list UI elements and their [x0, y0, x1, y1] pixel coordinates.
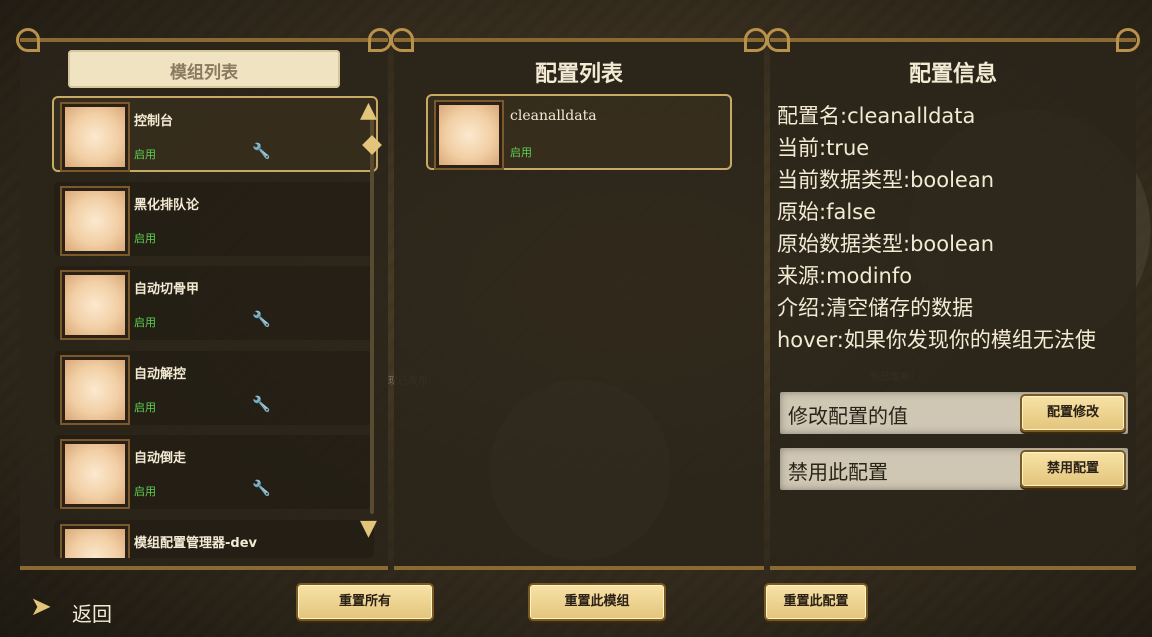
scroll-down-arrow-icon[interactable]: ▼: [360, 516, 377, 541]
mod-name: 自动解控: [134, 367, 187, 382]
info-original-value: 原始:false: [777, 200, 877, 224]
config-item-cleanalldata[interactable]: cleanalldata 启用: [426, 94, 732, 170]
wrench-icon[interactable]: 🔧: [252, 479, 271, 497]
info-source: 来源:modinfo: [777, 264, 913, 288]
mod-list-panel: 模组列表 控制台 启用 🔧 黑化排队论 启用 自动切骨甲 启用 🔧 自动解控 启…: [16, 28, 388, 570]
modify-config-button[interactable]: 配置修改: [1020, 394, 1126, 432]
scroll-up-arrow-icon[interactable]: ▲: [360, 98, 377, 123]
config-name: cleanalldata: [510, 108, 597, 124]
mod-thumbnail: [62, 357, 128, 423]
mod-name: 自动切骨甲: [134, 282, 200, 297]
mod-status: 启用: [134, 316, 156, 329]
mod-list-title: 模组列表: [170, 63, 238, 83]
info-description: 介绍:清空储存的数据: [777, 296, 974, 320]
config-status: 启用: [510, 146, 532, 159]
info-config-name: 配置名:cleanalldata: [777, 104, 976, 128]
modify-config-label: 修改配置的值: [788, 404, 908, 428]
back-arrow-icon[interactable]: ➤: [30, 592, 52, 622]
config-info-title: 配置信息: [908, 62, 997, 87]
mod-thumbnail: [62, 441, 128, 507]
mod-thumbnail: [62, 104, 128, 170]
config-list-title: 配置列表: [534, 62, 623, 87]
config-list-panel: 配置列表 cleanalldata 启用: [390, 28, 764, 570]
config-thumbnail: [436, 102, 502, 168]
mod-status: 启用: [134, 401, 156, 414]
config-info-panel: 配置信息 配置名:cleanalldata 当前:true 当前数据类型:boo…: [766, 28, 1136, 570]
mod-item-console[interactable]: 控制台 启用 🔧: [52, 96, 378, 172]
mod-thumbnail: [62, 272, 128, 338]
reset-mod-button[interactable]: 重置此模组: [528, 583, 666, 621]
reset-config-button[interactable]: 重置此配置: [764, 583, 868, 621]
mod-thumbnail: [62, 188, 128, 254]
info-current-value: 当前:true: [777, 136, 870, 160]
wrench-icon[interactable]: 🔧: [252, 395, 271, 413]
mod-thumbnail: [62, 526, 128, 558]
info-hover: hover:如果你发现你的模组无法使: [777, 328, 1096, 352]
disable-config-label: 禁用此配置: [788, 460, 888, 484]
reset-all-button[interactable]: 重置所有: [296, 583, 434, 621]
mod-list-header: 模组列表: [68, 50, 340, 88]
mod-item[interactable]: 自动解控 启用 🔧: [54, 351, 374, 425]
mod-name: 控制台: [134, 114, 174, 129]
back-button[interactable]: 返回: [72, 598, 112, 627]
wrench-icon[interactable]: 🔧: [252, 142, 271, 160]
mod-item[interactable]: 自动切骨甲 启用 🔧: [54, 266, 374, 340]
mod-name: 自动倒走: [134, 451, 187, 466]
mod-item[interactable]: 黑化排队论 启用: [54, 182, 374, 256]
modify-config-row: 修改配置的值 配置修改: [780, 392, 1128, 434]
mod-status: 启用: [134, 232, 156, 245]
wrench-icon[interactable]: 🔧: [252, 310, 271, 328]
mod-status: 启用: [134, 148, 156, 161]
mod-item[interactable]: 自动倒走 启用 🔧: [54, 435, 374, 509]
scrollbar-track[interactable]: [370, 114, 374, 514]
disable-config-row: 禁用此配置 禁用配置: [780, 448, 1128, 490]
mod-item[interactable]: 模组配置管理器-dev: [54, 520, 374, 558]
mod-name: 黑化排队论: [134, 198, 200, 213]
disable-config-button[interactable]: 禁用配置: [1020, 450, 1126, 488]
mod-status: 启用: [134, 485, 156, 498]
info-current-type: 当前数据类型:boolean: [777, 168, 995, 192]
info-original-type: 原始数据类型:boolean: [777, 232, 995, 256]
mod-name: 模组配置管理器-dev: [134, 536, 257, 551]
